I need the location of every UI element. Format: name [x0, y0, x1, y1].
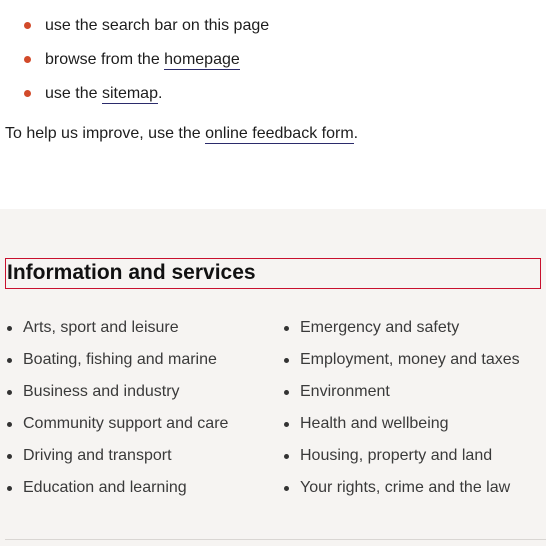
- suggestion-text: use the: [45, 85, 102, 102]
- service-link-community[interactable]: Community support and care: [0, 408, 228, 440]
- services-list-left: Arts, sport and leisure Boating, fishing…: [0, 312, 228, 504]
- service-link-rights[interactable]: Your rights, crime and the law: [277, 472, 520, 504]
- sitemap-link[interactable]: sitemap: [101, 85, 158, 104]
- bullet-icon: [284, 326, 289, 331]
- service-label: Boating, fishing and marine: [23, 351, 217, 368]
- bullet-icon: [24, 22, 31, 29]
- feedback-form-link[interactable]: online feedback form: [205, 125, 354, 144]
- bullet-icon: [24, 90, 31, 97]
- suggestion-text: use the search bar on this page: [45, 17, 270, 34]
- bullet-icon: [7, 326, 12, 331]
- feedback-punctuation: .: [353, 125, 359, 142]
- service-label: Education and learning: [23, 479, 187, 496]
- homepage-link[interactable]: homepage: [164, 51, 240, 70]
- bullet-icon: [7, 454, 12, 459]
- service-link-emergency[interactable]: Emergency and safety: [277, 312, 520, 344]
- service-link-arts[interactable]: Arts, sport and leisure: [0, 312, 228, 344]
- service-label: Driving and transport: [23, 447, 172, 464]
- service-link-driving[interactable]: Driving and transport: [0, 440, 228, 472]
- bullet-icon: [7, 358, 12, 363]
- service-link-boating[interactable]: Boating, fishing and marine: [0, 344, 228, 376]
- section-divider: [5, 539, 546, 540]
- bullet-icon: [284, 358, 289, 363]
- service-label: Housing, property and land: [300, 447, 493, 464]
- suggestion-item-sitemap: use the sitemap.: [0, 78, 269, 112]
- service-label: Arts, sport and leisure: [23, 319, 179, 336]
- bullet-icon: [284, 454, 289, 459]
- suggestion-item-homepage: browse from the homepage: [0, 44, 269, 78]
- suggestion-text: browse from the: [45, 51, 165, 68]
- service-label: Employment, money and taxes: [300, 351, 520, 368]
- feedback-paragraph: To help us improve, use the online feedb…: [5, 122, 358, 146]
- bullet-icon: [7, 422, 12, 427]
- suggestion-list: use the search bar on this page browse f…: [0, 10, 269, 112]
- service-label: Business and industry: [23, 383, 180, 400]
- heading-focus-outline: Information and services: [5, 258, 541, 289]
- bullet-icon: [7, 390, 12, 395]
- service-label: Community support and care: [23, 415, 229, 432]
- feedback-text: To help us improve, use the: [5, 125, 206, 142]
- information-and-services-section: Information and services Arts, sport and…: [0, 209, 546, 546]
- service-link-business[interactable]: Business and industry: [0, 376, 228, 408]
- bullet-icon: [284, 390, 289, 395]
- suggestion-punctuation: .: [157, 85, 163, 102]
- service-link-housing[interactable]: Housing, property and land: [277, 440, 520, 472]
- service-label: Health and wellbeing: [300, 415, 449, 432]
- service-label: Your rights, crime and the law: [300, 479, 511, 496]
- section-heading: Information and services: [7, 261, 256, 284]
- services-list-right: Emergency and safety Employment, money a…: [277, 312, 520, 504]
- service-label: Environment: [300, 383, 390, 400]
- service-link-health[interactable]: Health and wellbeing: [277, 408, 520, 440]
- bullet-icon: [284, 422, 289, 427]
- service-link-environment[interactable]: Environment: [277, 376, 520, 408]
- service-label: Emergency and safety: [300, 319, 460, 336]
- service-link-education[interactable]: Education and learning: [0, 472, 228, 504]
- suggestion-item-search: use the search bar on this page: [0, 10, 269, 44]
- not-found-help-section: use the search bar on this page browse f…: [0, 0, 546, 209]
- service-link-employment[interactable]: Employment, money and taxes: [277, 344, 520, 376]
- bullet-icon: [24, 56, 31, 63]
- bullet-icon: [284, 486, 289, 491]
- page: use the search bar on this page browse f…: [0, 0, 546, 546]
- bullet-icon: [7, 486, 12, 491]
